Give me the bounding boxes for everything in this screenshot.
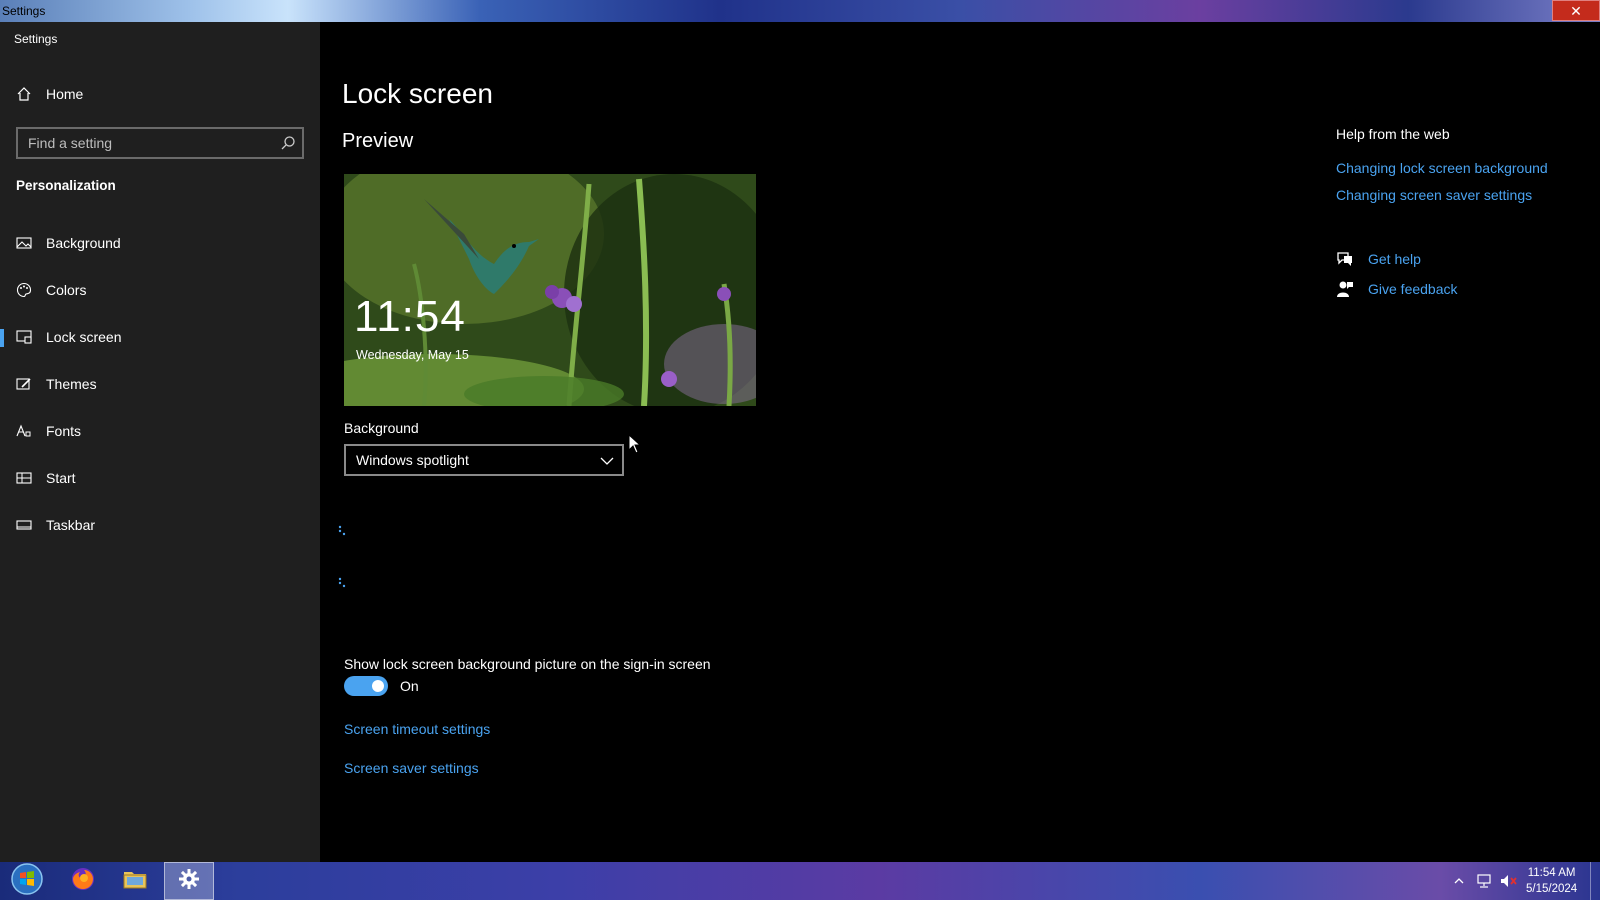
window-title-bar: Settings ✕ [0,0,1600,22]
help-title: Help from the web [1336,126,1450,142]
sidebar-item-lock-screen[interactable]: Lock screen [0,317,320,357]
sidebar-item-start[interactable]: Start [0,458,320,498]
loading-dots-icon [338,524,348,536]
toggle-knob [372,680,384,692]
section-title: Personalization [16,178,116,193]
sidebar: Settings Home Personalization Background… [0,22,320,862]
sidebar-item-label: Lock screen [46,329,122,345]
sidebar-item-taskbar[interactable]: Taskbar [0,505,320,545]
get-help-icon [1336,250,1354,268]
sidebar-item-label: Background [46,235,121,251]
taskbar: 11:54 AM 5/15/2024 [0,862,1600,900]
get-help-link[interactable]: Get help [1336,250,1421,268]
preview-time: 11:54 [354,292,466,341]
search-input[interactable] [18,129,268,157]
settings-taskbar-button[interactable] [164,862,214,900]
sidebar-item-label: Fonts [46,423,82,439]
window-title: Settings [2,4,46,18]
help-link-lock-screen-background[interactable]: Changing lock screen background [1336,160,1548,176]
show-desktop-button[interactable] [1590,862,1600,900]
app-title: Settings [14,32,58,46]
search-box[interactable] [16,127,304,159]
preview-heading: Preview [342,130,414,152]
file-explorer-icon [122,867,148,896]
background-dropdown[interactable]: Windows spotlight [344,444,624,476]
sidebar-item-background[interactable]: Background [0,223,320,263]
close-button[interactable]: ✕ [1552,0,1600,21]
file-explorer-taskbar-button[interactable] [110,862,160,900]
toggle-state-text: On [400,678,419,694]
main-content: Lock screen Preview 11:54 Wednesday, May… [320,22,1600,862]
firefox-icon [70,866,96,897]
screen-saver-settings-link[interactable]: Screen saver settings [344,760,479,776]
taskbar-clock[interactable]: 11:54 AM 5/15/2024 [1526,865,1577,897]
network-icon [1477,874,1491,888]
start-grid-icon [16,470,32,486]
show-hidden-icons-button[interactable] [1454,862,1464,900]
give-feedback-icon [1336,280,1354,298]
loading-dots-icon [338,576,348,588]
network-tray-button[interactable] [1476,862,1492,900]
sidebar-item-label: Start [46,470,76,486]
font-icon [16,423,32,439]
taskbar-icon [16,517,32,533]
give-feedback-label: Give feedback [1368,281,1458,297]
chevron-up-icon [1454,878,1464,884]
home-icon [16,86,32,102]
sidebar-item-themes[interactable]: Themes [0,364,320,404]
lock-screen-preview: 11:54 Wednesday, May 15 [344,174,756,406]
sidebar-item-home[interactable]: Home [0,74,320,114]
sidebar-item-label: Themes [46,376,97,392]
volume-muted-icon [1501,875,1517,887]
background-dropdown-value: Windows spotlight [356,452,469,468]
palette-icon [16,282,32,298]
mouse-cursor-icon [628,434,642,454]
give-feedback-link[interactable]: Give feedback [1336,280,1458,298]
signin-background-label: Show lock screen background picture on t… [344,656,711,672]
help-link-screen-saver-settings[interactable]: Changing screen saver settings [1336,187,1532,203]
get-help-label: Get help [1368,251,1421,267]
sidebar-item-fonts[interactable]: Fonts [0,411,320,451]
screen-timeout-settings-link[interactable]: Screen timeout settings [344,721,490,737]
clock-time: 11:54 AM [1527,867,1576,879]
picture-icon [16,235,32,251]
lock-screen-icon [16,329,32,345]
sidebar-item-label: Taskbar [46,517,96,533]
chevron-down-icon [600,454,614,466]
preview-date: Wednesday, May 15 [356,348,469,362]
start-button[interactable] [2,862,52,900]
sidebar-item-label: Home [46,86,84,102]
clock-date: 5/15/2024 [1526,883,1578,895]
volume-tray-button[interactable] [1500,862,1518,900]
page-title: Lock screen [342,78,493,109]
hummingbird-image [344,174,756,406]
brush-icon [16,376,32,392]
background-label: Background [344,420,419,436]
signin-background-toggle[interactable] [344,676,388,696]
search-icon[interactable] [280,135,296,151]
start-orb-icon [11,862,43,900]
sidebar-item-label: Colors [46,282,87,298]
settings-gear-icon [178,868,200,895]
firefox-taskbar-button[interactable] [58,862,108,900]
sidebar-item-colors[interactable]: Colors [0,270,320,310]
